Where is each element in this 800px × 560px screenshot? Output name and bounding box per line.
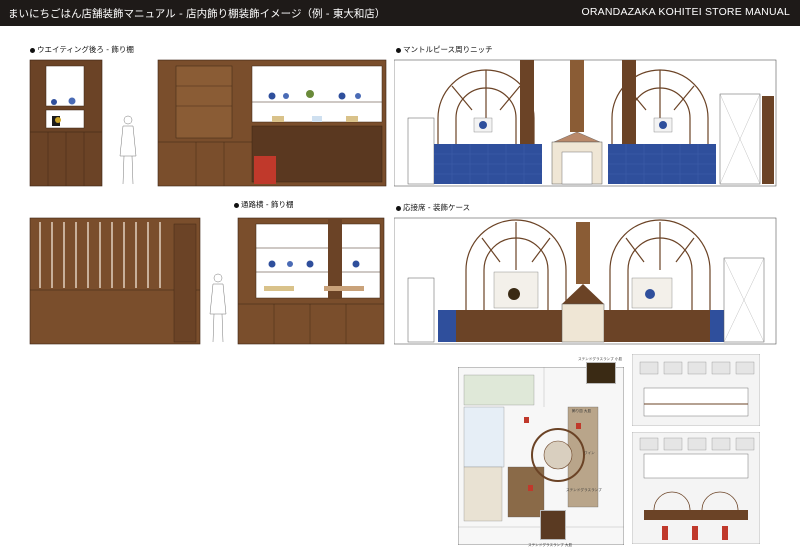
section-label-text: ウエイティング後ろ - 飾り棚 bbox=[37, 45, 134, 54]
section-label-text: 応接席 - 装飾ケース bbox=[403, 203, 471, 212]
elevation-reception-case bbox=[394, 217, 777, 345]
elevation-waiting-shelf bbox=[29, 59, 387, 187]
plan-note: ステンドグラスランプ bbox=[566, 488, 602, 492]
plan-note: ワイン bbox=[584, 451, 595, 455]
plan-note: ステンドグラスランプ 大皿 bbox=[528, 543, 573, 547]
section-label-mantel: マントルピース周りニッチ bbox=[396, 44, 493, 55]
header-bar: まいにちごはん店舗装飾マニュアル - 店内飾り棚装飾イメージ（例 - 東大和店）… bbox=[0, 0, 800, 26]
figure-silhouette bbox=[119, 115, 137, 185]
section-label-text: マントルピース周りニッチ bbox=[403, 45, 493, 54]
lamp-photo bbox=[540, 510, 566, 540]
shelf-left bbox=[29, 59, 103, 187]
elevation-mantel-niche bbox=[394, 59, 777, 187]
bullet-icon bbox=[396, 47, 401, 53]
thumbnail-elevation-2 bbox=[632, 432, 760, 544]
bullet-icon bbox=[30, 47, 35, 53]
section-label-reception: 応接席 - 装飾ケース bbox=[396, 202, 470, 213]
bullet-icon bbox=[234, 202, 239, 208]
section-label-waiting: ウエイティング後ろ - 飾り棚 bbox=[30, 44, 134, 55]
document-title: まいにちごはん店舗装飾マニュアル - 店内飾り棚装飾イメージ（例 - 東大和店） bbox=[8, 8, 386, 20]
section-label-aisle: 通路横 - 飾り棚 bbox=[234, 199, 293, 210]
elevation-aisle-shelf bbox=[29, 217, 385, 345]
lamp-photo bbox=[586, 362, 616, 384]
shelf-right bbox=[157, 59, 387, 187]
plan-note: 飾り皿 大皿 bbox=[572, 409, 592, 413]
manual-label: ORANDAZAKA KOHITEI STORE MANUAL bbox=[581, 6, 790, 18]
thumbnail-elevation-1 bbox=[632, 354, 760, 426]
section-label-text: 通路横 - 飾り棚 bbox=[241, 200, 294, 209]
figure-silhouette bbox=[209, 273, 227, 343]
bullet-icon bbox=[396, 205, 401, 211]
